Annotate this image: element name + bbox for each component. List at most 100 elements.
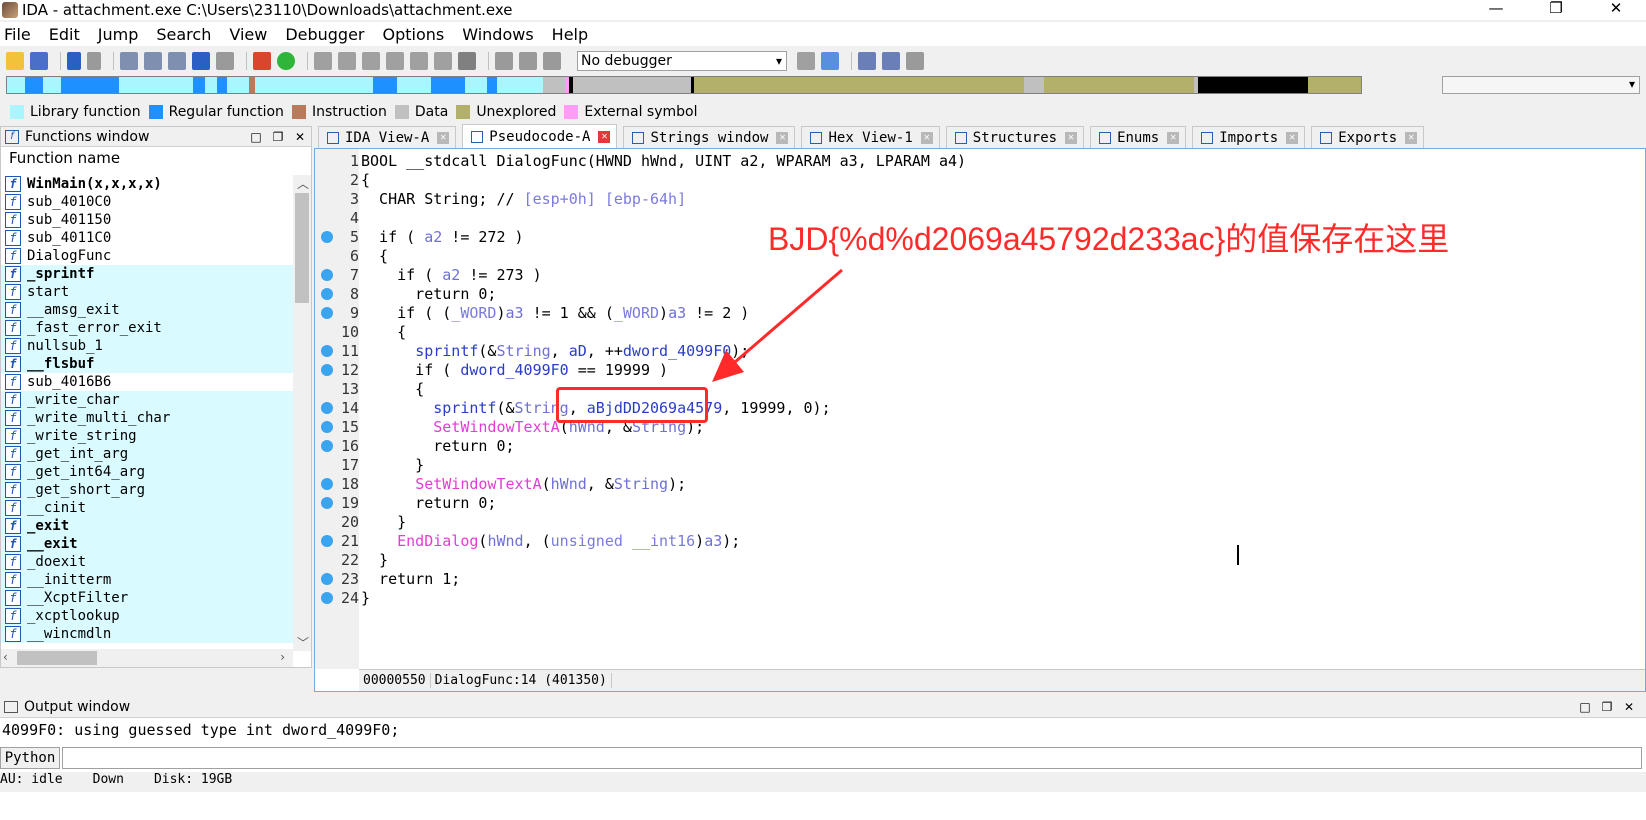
function-list-item[interactable]: f WinMain(x,x,x,x): [1, 175, 293, 193]
maximize-button[interactable]: ❐: [1526, 0, 1586, 20]
search-text-icon[interactable]: [144, 52, 162, 70]
code-line[interactable]: 14 sprintf(&String, aBjdDD2069a4579, 199…: [315, 398, 1645, 417]
make-array-icon[interactable]: [386, 52, 404, 70]
function-list-item[interactable]: f sub_4010C0: [1, 193, 293, 211]
code-line[interactable]: 21 EndDialog(hWnd, (unsigned __int16)a3)…: [315, 531, 1645, 550]
code-line[interactable]: 15 SetWindowTextA(hWnd, &String);: [315, 417, 1645, 436]
tab-imports[interactable]: Imports ✕: [1192, 126, 1306, 148]
code-line[interactable]: 18 SetWindowTextA(hWnd, &String);: [315, 474, 1645, 493]
scroll-left-icon[interactable]: ‹: [3, 650, 8, 664]
menu-edit[interactable]: Edit: [49, 25, 80, 44]
panel-float-icon[interactable]: ❐: [1596, 700, 1618, 714]
breakpoint-dot-icon[interactable]: [321, 363, 333, 376]
breakpoint-dot-icon[interactable]: [321, 344, 333, 357]
tab-strings-window[interactable]: Strings window ✕: [623, 126, 796, 148]
navigation-combo[interactable]: [1442, 76, 1640, 94]
function-list-item[interactable]: f sub_401150: [1, 211, 293, 229]
pause-icon[interactable]: [519, 52, 537, 70]
close-button[interactable]: ✕: [1586, 0, 1646, 20]
tab-hex-view-1[interactable]: Hex View-1 ✕: [801, 126, 940, 148]
function-list-item[interactable]: f sub_4016B6: [1, 373, 293, 391]
breakpoint-dot-icon[interactable]: [321, 287, 333, 300]
function-list-item[interactable]: f _sprintf: [1, 265, 293, 283]
function-list-item[interactable]: f _get_int_arg: [1, 445, 293, 463]
tab-structures[interactable]: Structures ✕: [945, 126, 1085, 148]
menu-debugger[interactable]: Debugger: [285, 25, 364, 44]
code-line[interactable]: 16 return 0;: [315, 436, 1645, 455]
function-list-item[interactable]: f __amsg_exit: [1, 301, 293, 319]
search-imm-icon[interactable]: [168, 52, 186, 70]
code-line[interactable]: 7 if ( a2 != 273 ): [315, 265, 1645, 284]
code-line[interactable]: 11 sprintf(&String, aD, ++dword_4099F0);: [315, 341, 1645, 360]
jump-down-icon[interactable]: [192, 52, 210, 70]
debug-options-icon[interactable]: [797, 52, 815, 70]
code-line[interactable]: 17 }: [315, 455, 1645, 474]
menu-search[interactable]: Search: [156, 25, 211, 44]
function-list-vscroll[interactable]: ︿ ﹀: [293, 175, 311, 651]
breakpoint-dot-icon[interactable]: [321, 572, 333, 585]
tab-close-icon[interactable]: ✕: [1065, 131, 1078, 144]
remove-breakpoint-icon[interactable]: [906, 52, 924, 70]
debugger-select[interactable]: No debugger: [577, 51, 787, 71]
code-line[interactable]: 3 CHAR String; // [esp+0h] [ebp-64h]: [315, 189, 1645, 208]
code-line[interactable]: 22 }: [315, 550, 1645, 569]
breakpoint-dot-icon[interactable]: [321, 401, 333, 414]
tab-close-icon[interactable]: ✕: [920, 131, 933, 144]
code-line[interactable]: 1 BOOL __stdcall DialogFunc(HWND hWnd, UI…: [315, 151, 1645, 170]
navigation-band[interactable]: [6, 76, 1362, 94]
panel-float-icon[interactable]: ❐: [267, 130, 289, 144]
command-input[interactable]: [62, 747, 1642, 769]
function-list-item[interactable]: f __initterm: [1, 571, 293, 589]
function-list-item[interactable]: f _fast_error_exit: [1, 319, 293, 337]
tab-close-icon[interactable]: ✕: [1405, 131, 1418, 144]
graph-icon[interactable]: [216, 52, 234, 70]
make-string-icon[interactable]: [362, 52, 380, 70]
breakpoint-dot-icon[interactable]: [321, 230, 333, 243]
code-line[interactable]: 10 {: [315, 322, 1645, 341]
breakpoint-dot-icon[interactable]: [321, 268, 333, 281]
scroll-up-icon[interactable]: ︿: [297, 175, 309, 192]
make-code-icon[interactable]: [314, 52, 332, 70]
function-list-item[interactable]: f __flsbuf: [1, 355, 293, 373]
code-line[interactable]: 2{: [315, 170, 1645, 189]
search-binary-icon[interactable]: [120, 52, 138, 70]
breakpoint-dot-icon[interactable]: [321, 477, 333, 490]
tab-close-icon[interactable]: ✕: [776, 131, 789, 144]
scroll-thumb[interactable]: [17, 651, 97, 665]
function-list-item[interactable]: f _get_short_arg: [1, 481, 293, 499]
add-breakpoint-icon[interactable]: [882, 52, 900, 70]
panel-close-icon[interactable]: ✕: [289, 130, 311, 144]
function-name-column-header[interactable]: Function name: [1, 147, 311, 169]
code-line[interactable]: 9 if ( (_WORD)a3 != 1 && (_WORD)a3 != 2 …: [315, 303, 1645, 322]
patch-icon[interactable]: [434, 52, 452, 70]
function-list-item[interactable]: f _get_int64_arg: [1, 463, 293, 481]
debug-attach-icon[interactable]: [821, 52, 839, 70]
menu-jump[interactable]: Jump: [98, 25, 139, 44]
panel-restore-icon[interactable]: □: [245, 130, 267, 144]
function-list-item[interactable]: f sub_4011C0: [1, 229, 293, 247]
warning-icon[interactable]: [253, 52, 271, 70]
menu-view[interactable]: View: [229, 25, 267, 44]
tab-close-icon[interactable]: ✕: [1167, 131, 1180, 144]
tab-close-icon[interactable]: ✕: [598, 130, 611, 143]
function-list-item[interactable]: f _write_multi_char: [1, 409, 293, 427]
code-line[interactable]: 24}: [315, 588, 1645, 607]
breakpoint-dot-icon[interactable]: [321, 439, 333, 452]
function-list-item[interactable]: f __wincmdln: [1, 625, 293, 643]
breakpoint-dot-icon[interactable]: [321, 306, 333, 319]
make-data-icon[interactable]: [338, 52, 356, 70]
function-list-item[interactable]: f nullsub_1: [1, 337, 293, 355]
code-line[interactable]: 12 if ( dword_4099F0 == 19999 ): [315, 360, 1645, 379]
function-list-item[interactable]: f _doexit: [1, 553, 293, 571]
open-file-icon[interactable]: [6, 52, 24, 70]
forward-arrow-icon[interactable]: [87, 52, 101, 70]
python-language-button[interactable]: Python: [0, 747, 60, 769]
function-list-item[interactable]: f __exit: [1, 535, 293, 553]
stop-icon[interactable]: [543, 52, 561, 70]
scroll-down-icon[interactable]: ﹀: [297, 634, 309, 651]
code-line[interactable]: 23 return 1;: [315, 569, 1645, 588]
minimize-button[interactable]: —: [1466, 0, 1526, 20]
back-arrow-icon[interactable]: [67, 52, 81, 70]
breakpoint-dot-icon[interactable]: [321, 420, 333, 433]
menu-help[interactable]: Help: [552, 25, 588, 44]
